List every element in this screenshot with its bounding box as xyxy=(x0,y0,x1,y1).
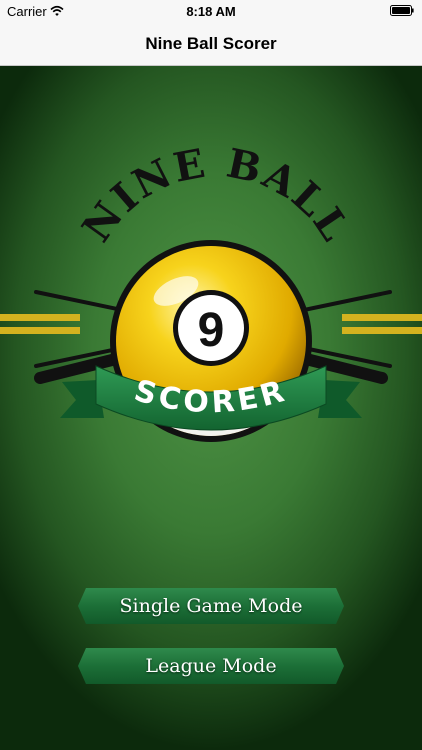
navigation-bar: Nine Ball Scorer xyxy=(0,22,422,66)
ball-number: 9 xyxy=(198,304,225,357)
felt-background: NINE BALL 9 SCORER Single Game Mode Leag… xyxy=(0,66,422,750)
league-mode-button[interactable]: League Mode xyxy=(78,648,344,684)
page-title: Nine Ball Scorer xyxy=(145,34,277,53)
nine-ball-logo: NINE BALL 9 SCORER xyxy=(0,140,422,442)
yellow-stripe-right xyxy=(342,314,422,334)
status-bar: Carrier 8:18 AM xyxy=(0,0,422,22)
status-time: 8:18 AM xyxy=(186,4,236,19)
logo-top-text: NINE BALL xyxy=(73,140,359,251)
single-game-mode-button[interactable]: Single Game Mode xyxy=(78,588,344,624)
battery-icon xyxy=(390,5,414,16)
yellow-stripe-left xyxy=(0,314,80,334)
